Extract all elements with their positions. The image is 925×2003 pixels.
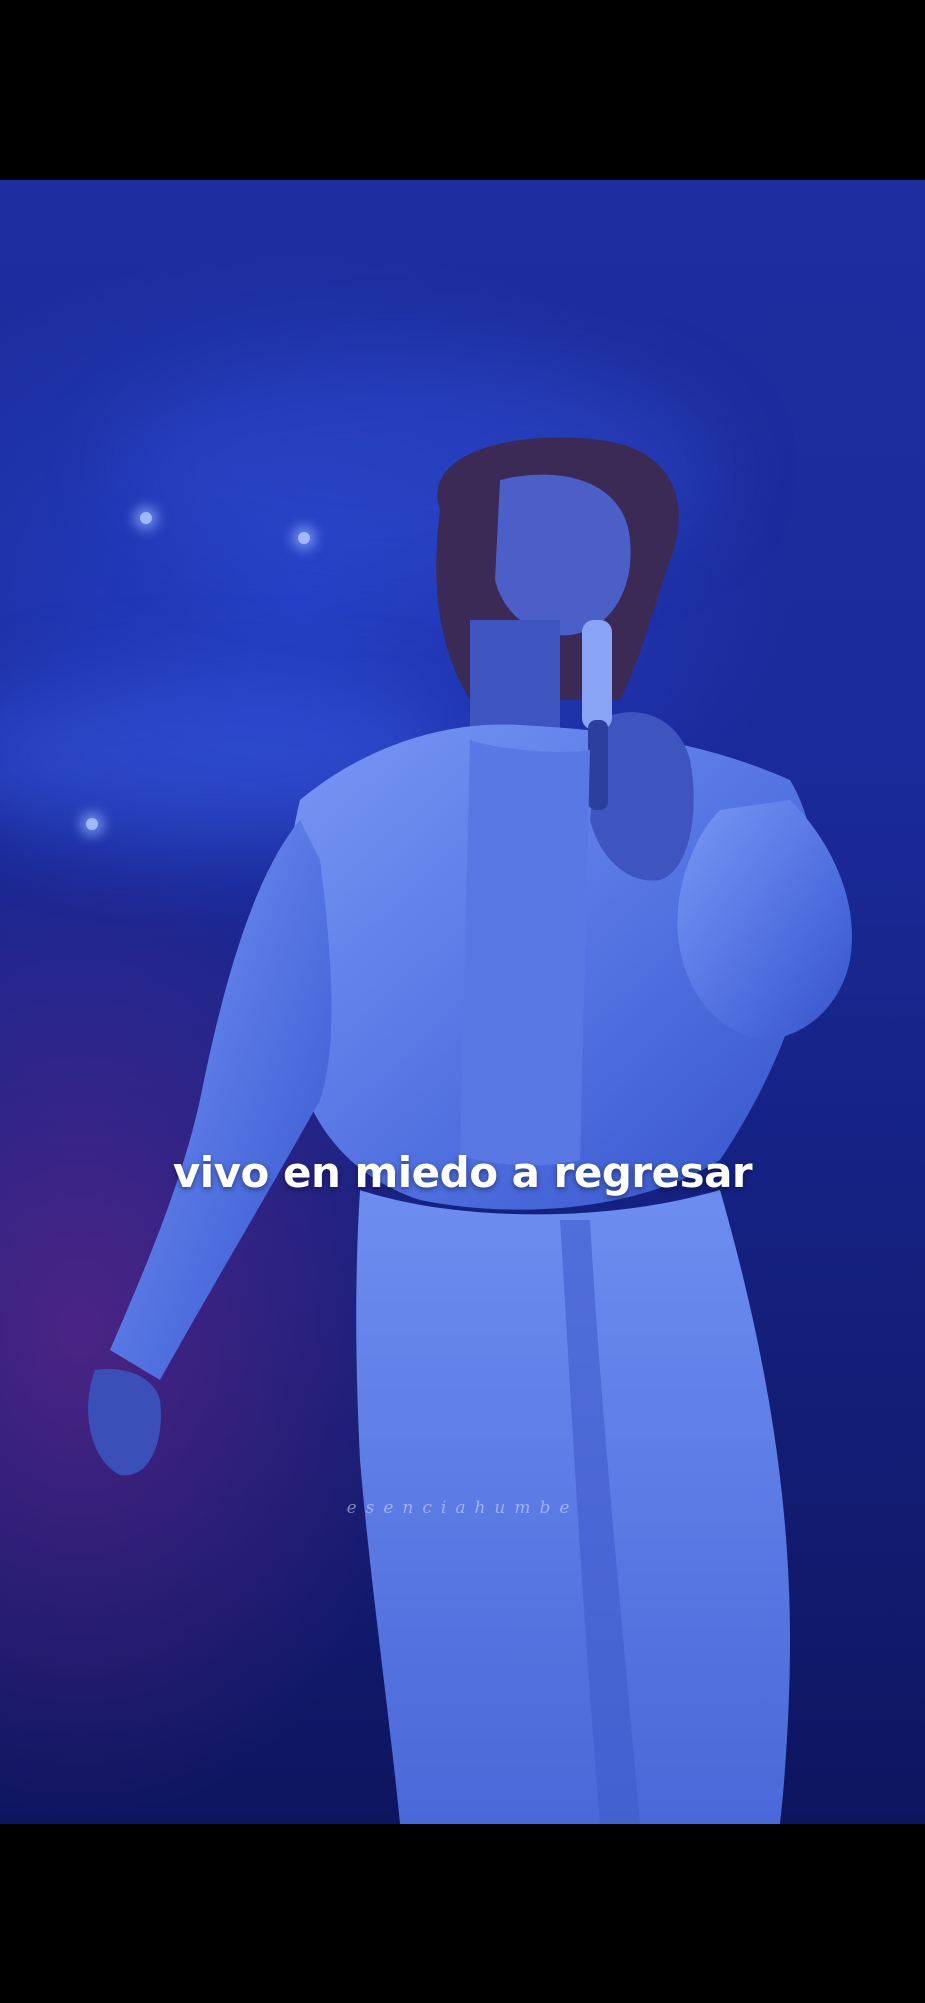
bottom-letterbox <box>0 1824 925 2003</box>
video-frame[interactable]: vivo en miedo a regresar esenciahumbe <box>0 180 925 1824</box>
watermark-text: esenciahumbe <box>346 1498 579 1518</box>
performer-figure <box>0 180 925 1824</box>
lyric-caption: vivo en miedo a regresar <box>172 1148 753 1197</box>
top-letterbox <box>0 0 925 180</box>
